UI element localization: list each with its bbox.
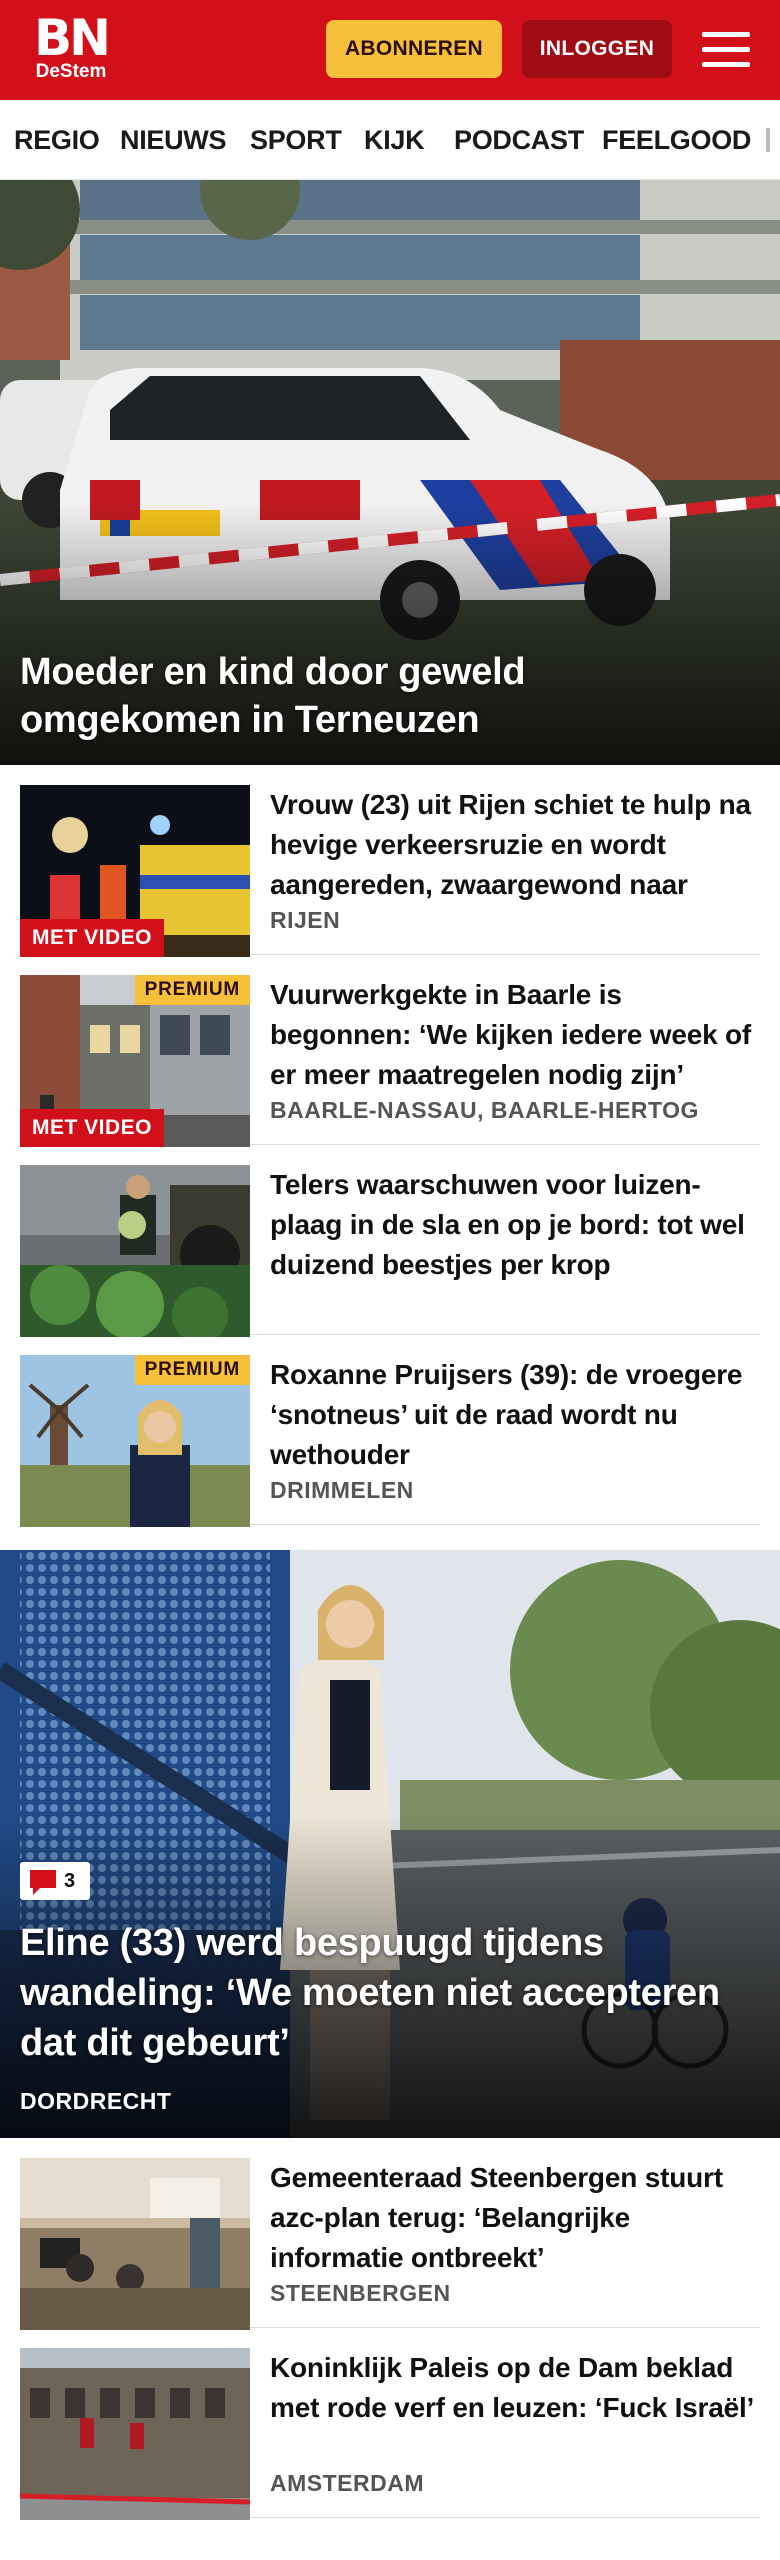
article-thumbnail: MET VIDEO: [20, 785, 250, 957]
logo-main: BN: [34, 9, 111, 67]
article-thumbnail: PREMIUM MET VIDEO: [20, 975, 250, 1147]
article-title[interactable]: Telers waarschuwen voor luizen­plaag in …: [270, 1165, 760, 1285]
article-thumbnail: PREMIUM: [20, 1355, 250, 1527]
article-title[interactable]: Vrouw (23) uit Rijen schiet te hulp na h…: [270, 785, 760, 905]
article-location: RIJEN: [270, 907, 341, 933]
feature-title[interactable]: Eline (33) werd bespuugd tijdens wandeli…: [20, 1918, 740, 2068]
nav-item-regio[interactable]: REGIO: [14, 100, 100, 179]
thumbnail-image: [20, 2158, 250, 2330]
feature-article[interactable]: 3 Eline (33) werd bespuugd tijdens wande…: [0, 1550, 780, 2138]
section-nav: REGIO NIEUWS SPORT KIJK PODCAST FEELGOOD: [0, 100, 780, 180]
article-title[interactable]: Roxanne Pruijsers (39): de vroegere ‘sno…: [270, 1355, 760, 1475]
nav-item-sport[interactable]: SPORT: [250, 100, 342, 179]
article-title[interactable]: Koninklijk Paleis op de Dam beklad met r…: [270, 2348, 760, 2428]
site-logo[interactable]: BN DeStem: [30, 12, 112, 92]
nav-overflow-indicator: [766, 128, 770, 152]
hamburger-menu-icon[interactable]: [700, 28, 752, 72]
video-badge: MET VIDEO: [20, 1109, 165, 1147]
list-item[interactable]: MET VIDEO Vrouw (23) uit Rijen schiet te…: [20, 765, 760, 957]
article-thumbnail: [20, 2158, 250, 2330]
article-title[interactable]: Gemeenteraad Steenbergen stuurt azc-plan…: [270, 2158, 760, 2278]
nav-item-podcast[interactable]: PODCAST: [454, 100, 584, 179]
logo-sub: DeStem: [35, 61, 107, 82]
list-item[interactable]: Telers waarschuwen voor luizen­plaag in …: [20, 1145, 760, 1337]
article-location: BAARLE-NASSAU, BAARLE-HERTOG: [270, 1097, 699, 1123]
premium-badge: PREMIUM: [134, 1355, 250, 1385]
thumbnail-image: [20, 2348, 250, 2520]
article-location: STEENBERGEN: [270, 2280, 451, 2306]
list-item[interactable]: Gemeenteraad Steenbergen stuurt azc-plan…: [20, 2138, 760, 2330]
nav-item-feelgood[interactable]: FEELGOOD: [602, 100, 751, 179]
comment-count-badge[interactable]: 3: [20, 1862, 90, 1900]
comment-count: 3: [64, 1870, 76, 1892]
list-item[interactable]: PREMIUM Roxanne Pruijsers (39): de vroeg…: [20, 1335, 760, 1527]
list-item[interactable]: PREMIUM MET VIDEO Vuurwerkgekte in Baarl…: [20, 955, 760, 1147]
list-item[interactable]: Koninklijk Paleis op de Dam beklad met r…: [20, 2328, 760, 2520]
nav-item-nieuws[interactable]: NIEUWS: [120, 100, 227, 179]
premium-badge: PREMIUM: [134, 975, 250, 1005]
article-thumbnail: [20, 2348, 250, 2520]
video-badge: MET VIDEO: [20, 919, 165, 957]
subscribe-button[interactable]: ABONNEREN: [326, 20, 502, 78]
article-location: DRIMMELEN: [270, 1477, 414, 1503]
nav-item-kijk[interactable]: KIJK: [364, 100, 425, 179]
article-title[interactable]: Vuurwerkgekte in Baarle is begonnen: ‘We…: [270, 975, 760, 1095]
hero-title[interactable]: Moeder en kind door geweld omgekomen in …: [20, 648, 740, 744]
hero-article[interactable]: Moeder en kind door geweld omgekomen in …: [0, 180, 780, 765]
feature-location: DORDRECHT: [20, 2088, 172, 2114]
thumbnail-image: [20, 1165, 250, 1337]
article-thumbnail: [20, 1165, 250, 1337]
article-location: AMSTERDAM: [270, 2470, 424, 2496]
comment-bubble-icon: [30, 1870, 56, 1895]
login-button[interactable]: INLOGGEN: [522, 20, 672, 78]
site-header: BN DeStem ABONNEREN INLOGGEN: [0, 0, 780, 100]
